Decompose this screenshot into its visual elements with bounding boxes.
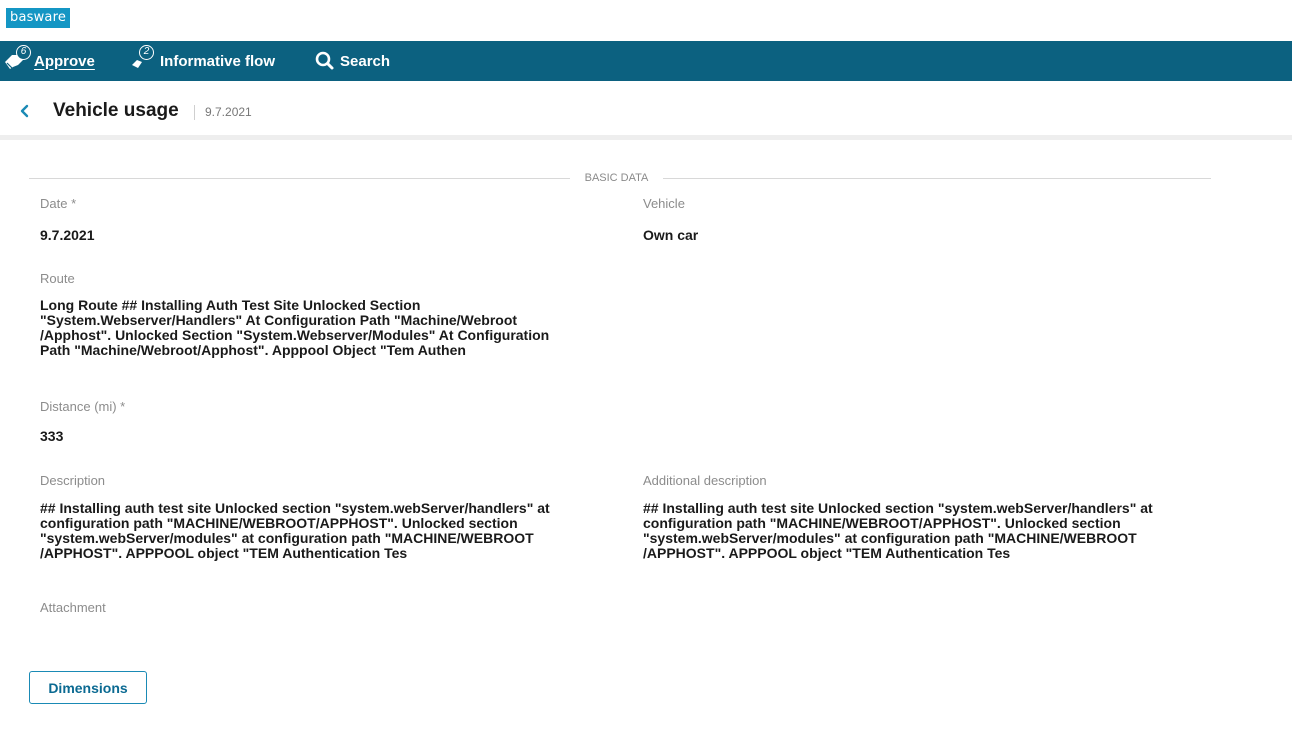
additional-description-value: ## Installing auth test site Unlocked se… xyxy=(643,501,1203,561)
nav-informative-label: Informative flow xyxy=(160,52,276,70)
title-divider xyxy=(194,105,195,120)
additional-description-line: ## Installing auth test site Unlocked se… xyxy=(643,500,1153,516)
route-line: "System.Webserver/Handlers" At Configura… xyxy=(40,312,518,328)
nav-search[interactable]: Search xyxy=(314,41,390,81)
brand-bar: basware xyxy=(0,0,1292,41)
basware-logo: basware xyxy=(6,8,71,28)
header-divider xyxy=(0,135,1292,140)
distance-label: Distance (mi) * xyxy=(40,399,126,414)
route-line: Path "Machine/Webroot/Apphost". Apppool … xyxy=(40,342,466,358)
search-icon xyxy=(314,41,340,81)
chevron-left-icon xyxy=(20,104,29,118)
page-date: 9.7.2021 xyxy=(205,105,252,119)
informative-count-badge: 2 xyxy=(139,45,154,60)
additional-description-line: configuration path "MACHINE/WEBROOT/APPH… xyxy=(643,515,1121,531)
section-divider-right xyxy=(663,178,1211,179)
informative-flow-icon: 2 xyxy=(130,41,160,81)
nav-search-label: Search xyxy=(340,52,391,70)
section-title: BASIC DATA xyxy=(584,172,649,184)
description-line: configuration path "MACHINE/WEBROOT/APPH… xyxy=(40,515,518,531)
page-header: Vehicle usage 9.7.2021 xyxy=(0,87,1292,135)
route-label: Route xyxy=(40,271,75,286)
additional-description-label: Additional description xyxy=(643,473,767,488)
route-line: Long Route ## Installing Auth Test Site … xyxy=(40,297,421,313)
vehicle-label: Vehicle xyxy=(643,196,685,211)
date-label: Date * xyxy=(40,196,77,211)
nav-approve-label: Approve xyxy=(34,52,95,70)
additional-description-line: /APPHOST". APPPOOL object "TEM Authentic… xyxy=(643,545,1011,561)
description-line: /APPHOST". APPPOOL object "TEM Authentic… xyxy=(40,545,408,561)
back-button[interactable] xyxy=(14,99,36,123)
additional-description-line: "system.webServer/modules" at configurat… xyxy=(643,530,1137,546)
date-value: 9.7.2021 xyxy=(40,227,95,243)
vehicle-value: Own car xyxy=(643,227,699,243)
nav-approve[interactable]: 6 Approve xyxy=(4,41,95,81)
main-nav: 6 Approve 2 Informative flow Search xyxy=(0,41,1292,81)
distance-value: 333 xyxy=(40,428,64,444)
approve-hand-icon: 6 xyxy=(4,41,34,81)
page-title: Vehicle usage xyxy=(53,100,179,121)
description-label: Description xyxy=(40,473,106,488)
route-line: /Apphost". Unlocked Section "System.Webs… xyxy=(40,327,550,343)
nav-informative-flow[interactable]: 2 Informative flow xyxy=(130,41,275,81)
description-line: ## Installing auth test site Unlocked se… xyxy=(40,500,550,516)
section-divider-left xyxy=(29,178,570,179)
dimensions-button[interactable]: Dimensions xyxy=(29,671,147,704)
description-value: ## Installing auth test site Unlocked se… xyxy=(40,501,600,561)
description-line: "system.webServer/modules" at configurat… xyxy=(40,530,534,546)
approve-count-badge: 6 xyxy=(16,45,31,60)
route-value: Long Route ## Installing Auth Test Site … xyxy=(40,298,600,358)
attachment-label: Attachment xyxy=(40,600,106,615)
